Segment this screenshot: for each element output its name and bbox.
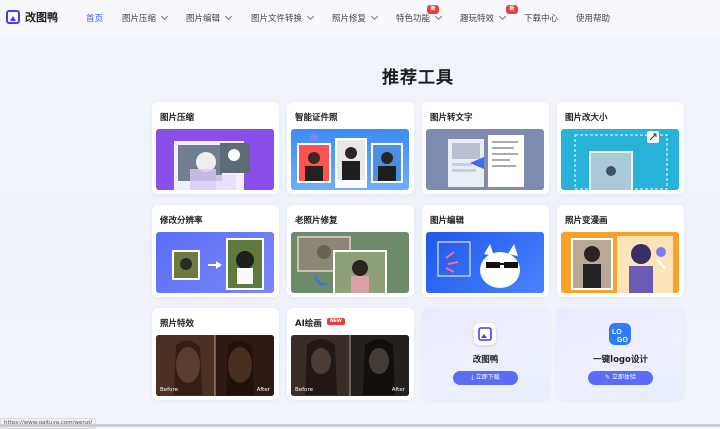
download-card-logo-design: LO GO 一键logo设计 ✎ 立即体验: [557, 308, 684, 400]
nav-label: 首页: [86, 14, 104, 24]
app-logo-icon: [474, 323, 496, 345]
download-card-title: 一键logo设计: [593, 355, 648, 365]
new-tag: NEW: [327, 318, 345, 325]
card-title: 图片转文字: [430, 113, 473, 123]
chevron-down-icon: [434, 12, 443, 21]
image-edit-illustration: [437, 241, 520, 288]
card-thumbnail: [426, 129, 544, 190]
comic-illustration: [571, 236, 673, 293]
nav-label: 下载中心: [524, 14, 559, 24]
card-title: 图片编辑: [430, 216, 465, 226]
new-badge: 新: [427, 5, 439, 14]
nav-label: 趣玩特效: [460, 14, 495, 24]
nav-label: 图片压缩: [122, 14, 157, 24]
card-thumbnail: [561, 232, 679, 293]
nav-label: 使用帮助: [576, 14, 611, 24]
card-thumbnail: [561, 129, 679, 190]
card-title: 智能证件照: [295, 113, 338, 123]
card-thumbnail: [291, 129, 409, 190]
nav-label: 图片编辑: [186, 14, 221, 24]
download-icon: ⤓: [471, 374, 474, 381]
card-thumbnail: Before After: [291, 335, 409, 396]
tool-card-old-photo-repair[interactable]: 老照片修复: [287, 205, 414, 297]
tool-card-ai-painting[interactable]: AI绘画 NEW Before After: [287, 308, 414, 400]
button-label: 立即下载: [475, 374, 500, 381]
new-badge: 新: [506, 5, 518, 14]
logo-icon: [6, 10, 20, 24]
card-title: 图片压缩: [160, 113, 195, 123]
try-now-button[interactable]: ✎ 立即体验: [588, 371, 653, 385]
tool-card-image-to-text[interactable]: 图片转文字: [422, 102, 549, 194]
top-nav: 改图鸭 首页 图片压缩 图片编辑 图片文件转换 照片修复 特色功能 新 趣玩特效…: [0, 0, 720, 34]
nav-label: 特色功能: [396, 14, 431, 24]
brand-name: 改图鸭: [25, 11, 58, 24]
download-card-title: 改图鸭: [472, 355, 499, 365]
download-card-app: 改图鸭 ⤓ 立即下载: [422, 308, 549, 400]
nav-item-help[interactable]: 使用帮助: [576, 12, 610, 24]
chevron-down-icon: [160, 12, 169, 21]
svg-text:GO: GO: [617, 337, 628, 344]
compress-illustration: [174, 141, 250, 190]
chevron-down-icon: [370, 12, 379, 21]
tool-card-compress[interactable]: 图片压缩: [152, 102, 279, 194]
card-title: 照片变漫画: [565, 216, 608, 226]
logo-design-icon: LO GO: [609, 323, 631, 345]
card-title: AI绘画: [295, 319, 322, 329]
card-title: 老照片修复: [295, 216, 338, 226]
card-thumbnail: [291, 232, 409, 293]
card-title: 图片改大小: [565, 113, 608, 123]
id-photo-illustration: [297, 133, 403, 188]
chevron-down-icon: [224, 12, 233, 21]
tool-card-photo-effects[interactable]: 照片特效 Before After: [152, 308, 279, 400]
tool-card-resolution[interactable]: 修改分辨率: [152, 205, 279, 297]
card-thumbnail: [156, 129, 274, 190]
nav-item-repair[interactable]: 照片修复: [332, 12, 379, 24]
card-thumbnail: [426, 232, 544, 293]
card-thumbnail: [156, 232, 274, 293]
card-title: 修改分辨率: [160, 216, 203, 226]
card-thumbnail: Before After: [156, 335, 274, 396]
nav-item-fun-effects[interactable]: 趣玩特效: [460, 12, 507, 24]
tool-card-photo-to-comic[interactable]: 照片变漫画: [557, 205, 684, 297]
tool-card-resize[interactable]: 图片改大小: [557, 102, 684, 194]
chevron-down-icon: [498, 12, 507, 21]
nav-item-edit[interactable]: 图片编辑: [186, 12, 233, 24]
nav-item-convert[interactable]: 图片文件转换: [251, 12, 315, 24]
nav-item-home[interactable]: 首页: [86, 12, 103, 24]
tool-card-image-edit[interactable]: 图片编辑: [422, 205, 549, 297]
before-label: Before: [160, 387, 178, 393]
card-title: 照片特效: [160, 319, 195, 329]
after-label: After: [391, 387, 405, 393]
tool-card-id-photo[interactable]: 智能证件照: [287, 102, 414, 194]
brand-logo[interactable]: 改图鸭: [6, 9, 58, 25]
section-title: 推荐工具: [382, 68, 454, 88]
old-photo-illustration: [297, 236, 387, 293]
nav-item-compress[interactable]: 图片压缩: [122, 12, 169, 24]
before-label: Before: [295, 387, 313, 393]
button-label: 立即体验: [611, 374, 636, 381]
download-now-button[interactable]: ⤓ 立即下载: [453, 371, 518, 385]
ocr-illustration: [448, 135, 524, 187]
after-label: After: [256, 387, 270, 393]
nav-label: 图片文件转换: [251, 14, 303, 24]
resize-illustration: [574, 131, 668, 190]
chevron-down-icon: [306, 12, 315, 21]
nav-label: 照片修复: [332, 14, 367, 24]
svg-text:LO: LO: [612, 329, 622, 336]
nav-item-download-center[interactable]: 下载中心: [524, 12, 558, 24]
pencil-icon: ✎: [605, 374, 611, 381]
resolution-illustration: [172, 238, 264, 290]
